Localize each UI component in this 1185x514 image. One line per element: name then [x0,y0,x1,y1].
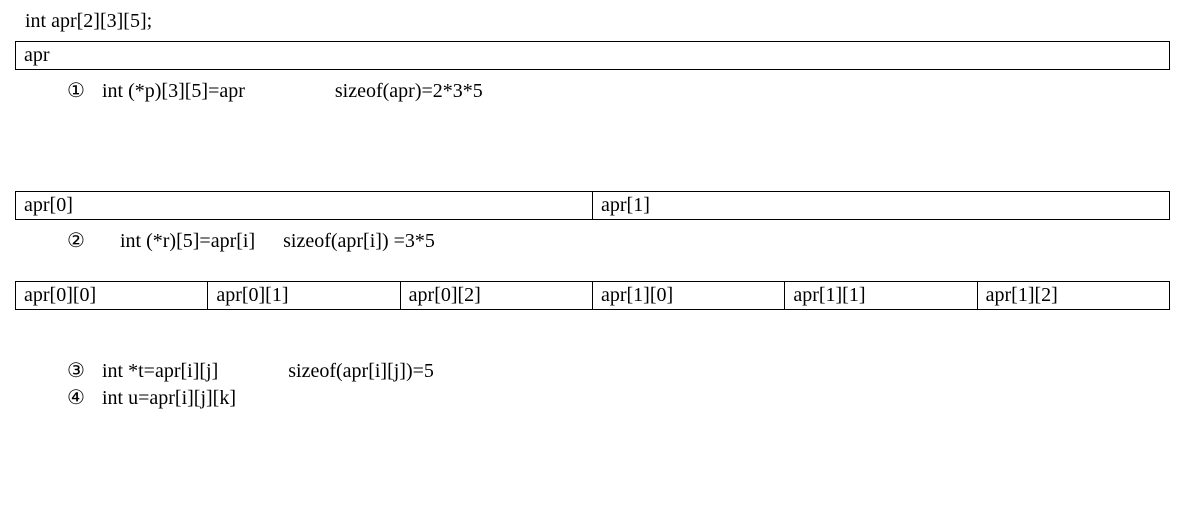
note2-sizeof: sizeof(apr[i]) =3*5 [283,230,435,252]
circled-2: ② [65,228,87,253]
circled-1: ① [65,78,87,103]
circled-3: ③ [65,358,87,383]
level3-cell-4: apr[1][1] [785,282,977,309]
level1-cell: apr [16,42,1169,69]
note1-code: int (*p)[3][5]=apr [102,80,245,102]
level3-cell-5: apr[1][2] [978,282,1169,309]
array-declaration: int apr[2][3][5]; [25,10,1170,33]
level3-cell-3: apr[1][0] [593,282,785,309]
level2-cell-1: apr[1] [593,192,1169,219]
level2-cell-0: apr[0] [16,192,593,219]
note-1: ① int (*p)[3][5]=apr sizeof(apr)=2*3*5 [65,78,1170,103]
level1-row: apr [15,41,1170,70]
note3-code: int *t=apr[i][j] [102,360,218,382]
note-2: ② int (*r)[5]=apr[i] sizeof(apr[i]) =3*5 [65,228,1170,253]
note-4: ④ int u=apr[i][j][k] [65,385,1170,410]
level3-cell-1: apr[0][1] [208,282,400,309]
note1-sizeof: sizeof(apr)=2*3*5 [335,80,483,102]
level3-row: apr[0][0] apr[0][1] apr[0][2] apr[1][0] … [15,281,1170,310]
level2-row: apr[0] apr[1] [15,191,1170,220]
circled-4: ④ [65,385,87,410]
note3-sizeof: sizeof(apr[i][j])=5 [288,360,434,382]
note2-code: int (*r)[5]=apr[i] [120,230,255,252]
note4-code: int u=apr[i][j][k] [102,387,236,409]
level3-cell-0: apr[0][0] [16,282,208,309]
level3-cell-2: apr[0][2] [401,282,593,309]
note-3: ③ int *t=apr[i][j] sizeof(apr[i][j])=5 [65,358,1170,383]
